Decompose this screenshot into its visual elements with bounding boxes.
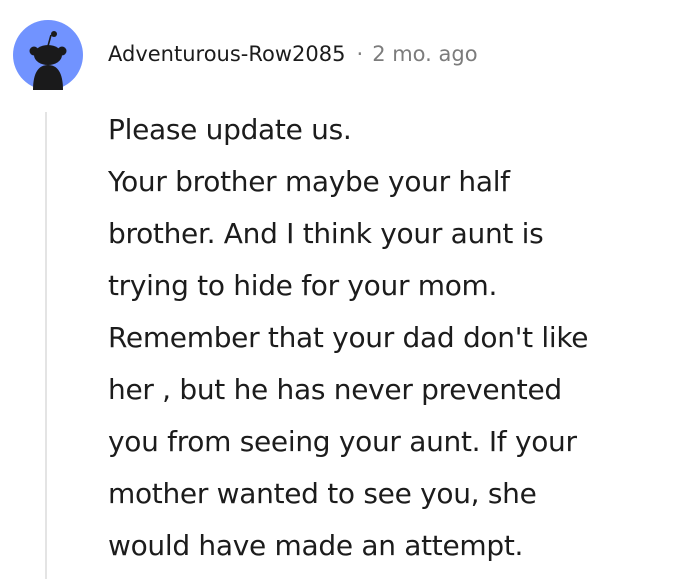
comment-timestamp[interactable]: 2 mo. ago xyxy=(372,42,477,66)
comment-text-line: brother. And I think your aunt is xyxy=(108,217,544,250)
comment-text-line: Your brother maybe your half xyxy=(108,165,510,198)
thread-line[interactable] xyxy=(45,112,47,579)
comment-text-line: Remember that your dad don't like xyxy=(108,321,589,354)
comment-text-line: trying to hide for your mom. xyxy=(108,269,498,302)
author-username[interactable]: Adventurous-Row2085 xyxy=(108,42,346,66)
comment-body: Please update us. Your brother maybe you… xyxy=(108,104,693,572)
comment-meta: Adventurous-Row2085 · 2 mo. ago xyxy=(108,36,478,72)
user-avatar-icon[interactable] xyxy=(13,20,83,90)
meta-separator: · xyxy=(356,42,364,66)
comment-text-line: her , but he has never prevented xyxy=(108,373,562,406)
comment-text-line: would have made an attempt. xyxy=(108,529,524,562)
comment-text-line: Please update us. xyxy=(108,113,352,146)
comment: Adventurous-Row2085 · 2 mo. ago Please u… xyxy=(0,0,700,579)
comment-text-line: you from seeing your aunt. If your xyxy=(108,425,577,458)
comment-text-line: mother wanted to see you, she xyxy=(108,477,537,510)
